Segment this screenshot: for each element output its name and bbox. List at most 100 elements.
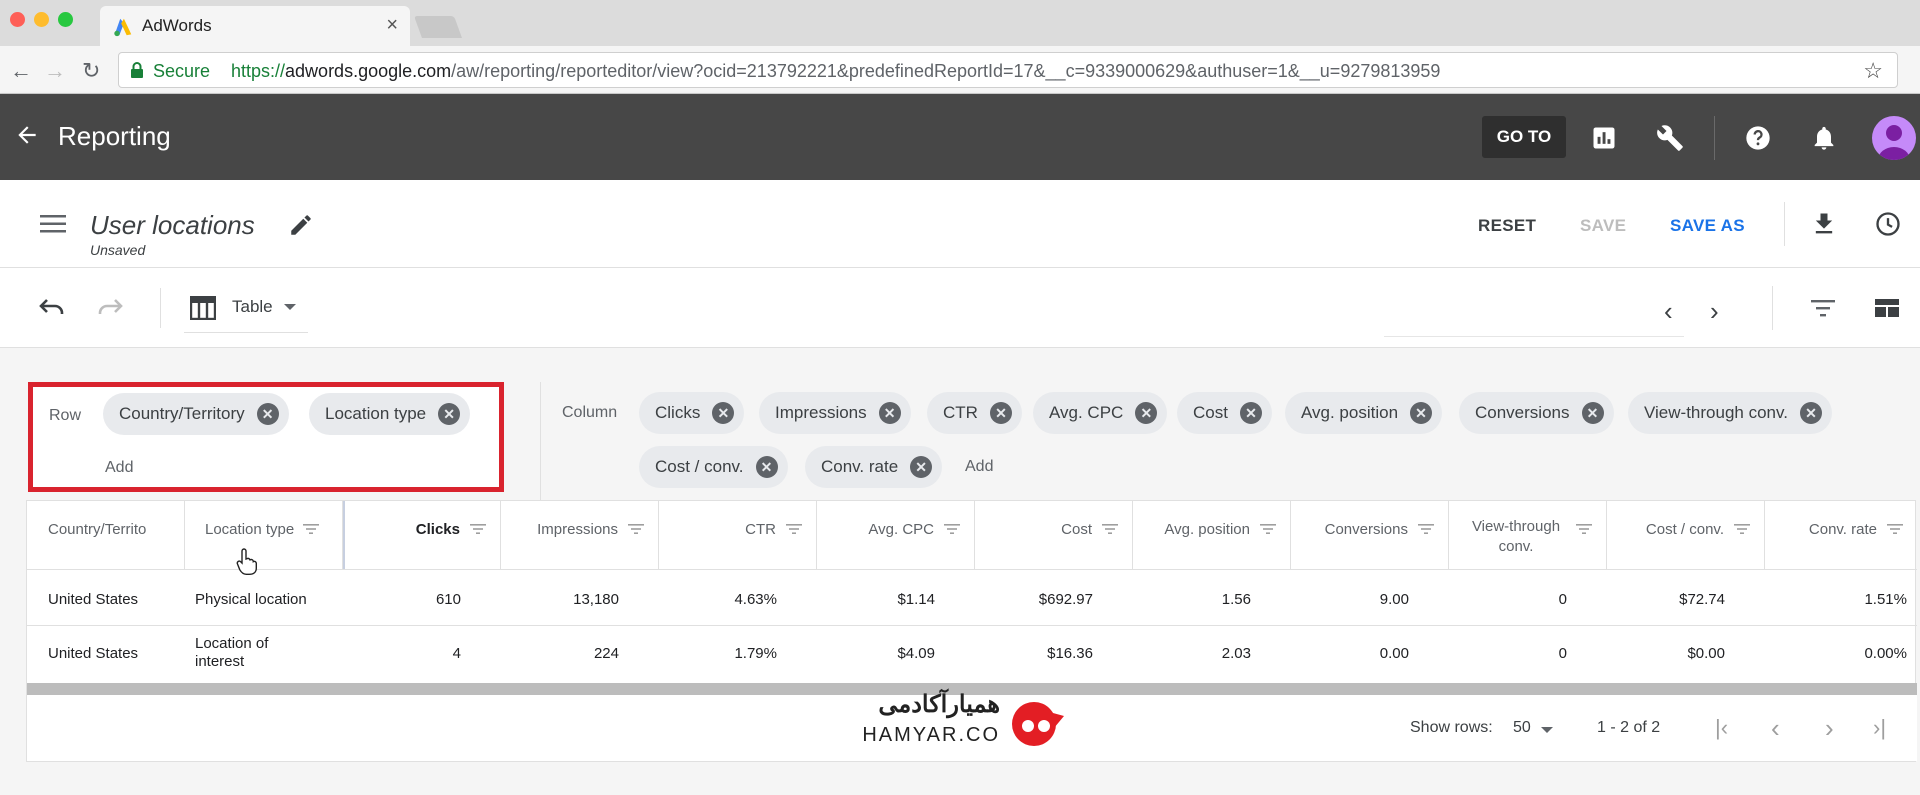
url-host: adwords.google.com [285, 61, 452, 81]
column-header-avg-position[interactable]: Avg. position [1133, 501, 1291, 569]
browser-tab[interactable]: AdWords × [100, 6, 410, 46]
show-rows-dropdown-icon[interactable] [1541, 727, 1553, 733]
column-header-conv-rate[interactable]: Conv. rate [1765, 501, 1917, 569]
help-icon[interactable] [1744, 124, 1772, 152]
url-path: /aw/reporting/reporteditor/view?ocid=213… [451, 61, 1441, 81]
view-type-label[interactable]: Table [232, 297, 273, 317]
report-title[interactable]: User locations [90, 210, 255, 241]
browser-back-icon[interactable]: ← [10, 58, 32, 84]
column-chip-conv-rate[interactable]: Conv. rate ✕ [805, 446, 943, 488]
filter-icon[interactable] [1810, 298, 1836, 318]
new-tab-button[interactable] [413, 16, 463, 38]
sort-icon[interactable] [1418, 523, 1434, 535]
header-label: Country/Territo [48, 521, 147, 538]
sort-icon[interactable] [1887, 523, 1903, 535]
history-clock-icon[interactable] [1874, 210, 1902, 238]
avatar[interactable] [1872, 116, 1916, 160]
sort-icon[interactable] [1734, 523, 1750, 535]
toolbar-divider [160, 288, 161, 328]
show-rows-select[interactable]: 50 [1513, 719, 1531, 737]
column-chip-avg-cpc[interactable]: Avg. CPC ✕ [1033, 392, 1168, 434]
sort-icon[interactable] [470, 523, 486, 535]
column-chip-cost[interactable]: Cost ✕ [1177, 392, 1272, 434]
minimize-window-button[interactable] [34, 12, 49, 27]
reports-icon[interactable] [1590, 124, 1618, 152]
column-chip-conversions[interactable]: Conversions ✕ [1459, 392, 1614, 434]
table-cell: 224 [593, 645, 619, 662]
remove-chip-icon[interactable]: ✕ [910, 456, 933, 478]
remove-chip-icon[interactable]: ✕ [1581, 402, 1604, 424]
sort-icon[interactable] [1260, 523, 1276, 535]
previous-page-icon[interactable]: ‹ [1771, 713, 1780, 744]
user-avatar-icon [1878, 125, 1910, 160]
sort-icon[interactable] [786, 523, 802, 535]
column-header-cost-per-conv[interactable]: Cost / conv. [1607, 501, 1765, 569]
goto-button[interactable]: GO TO [1482, 116, 1566, 158]
add-row-button[interactable]: Add [105, 459, 133, 477]
layout-icon[interactable] [1874, 296, 1900, 320]
row-chip-location-type[interactable]: Location type ✕ [309, 393, 471, 435]
column-header-cost[interactable]: Cost [975, 501, 1133, 569]
notifications-bell-icon[interactable] [1810, 124, 1838, 152]
tools-wrench-icon[interactable] [1656, 124, 1684, 152]
hamburger-menu-icon[interactable] [40, 214, 66, 234]
save-as-button[interactable]: SAVE AS [1670, 216, 1745, 236]
remove-chip-icon[interactable]: ✕ [1135, 402, 1158, 424]
next-period-icon[interactable]: › [1710, 296, 1719, 327]
add-column-button[interactable]: Add [965, 458, 993, 476]
column-chip-cost-per-conv[interactable]: Cost / conv. ✕ [639, 446, 788, 488]
table-cell: $72.74 [1679, 591, 1725, 608]
remove-chip-icon[interactable]: ✕ [989, 402, 1012, 424]
reload-icon[interactable]: ↻ [82, 58, 100, 84]
sort-icon[interactable] [628, 523, 644, 535]
sort-icon[interactable] [1576, 523, 1592, 535]
sort-icon[interactable] [944, 523, 960, 535]
last-page-icon[interactable]: ›| [1873, 715, 1886, 741]
view-type-dropdown-icon[interactable] [284, 304, 296, 310]
remove-chip-icon[interactable]: ✕ [256, 403, 279, 425]
column-chip-clicks[interactable]: Clicks ✕ [639, 392, 745, 434]
first-page-icon[interactable]: |‹ [1715, 715, 1728, 741]
remove-chip-icon[interactable]: ✕ [438, 403, 461, 425]
column-header-conversions[interactable]: Conversions [1291, 501, 1449, 569]
column-header-ctr[interactable]: CTR [659, 501, 817, 569]
bookmark-star-icon[interactable]: ☆ [1863, 58, 1883, 84]
url-input[interactable]: Secure https://adwords.google.com/aw/rep… [118, 52, 1898, 88]
next-page-icon[interactable]: › [1825, 713, 1834, 744]
tab-close-icon[interactable]: × [386, 14, 398, 37]
close-window-button[interactable] [10, 12, 25, 27]
chip-label: Impressions [775, 403, 867, 422]
back-arrow-icon[interactable] [14, 122, 40, 148]
sort-icon[interactable] [1102, 523, 1118, 535]
remove-chip-icon[interactable]: ✕ [712, 402, 735, 424]
edit-pencil-icon[interactable] [288, 212, 314, 238]
column-chip-ctr[interactable]: CTR ✕ [927, 392, 1022, 434]
undo-icon[interactable] [36, 296, 66, 320]
maximize-window-button[interactable] [58, 12, 73, 27]
remove-chip-icon[interactable]: ✕ [1239, 402, 1262, 424]
header-label: Avg. CPC [868, 521, 934, 538]
download-icon[interactable] [1810, 210, 1838, 238]
column-chip-view-through-conv[interactable]: View-through conv. ✕ [1628, 392, 1832, 434]
remove-chip-icon[interactable]: ✕ [755, 456, 778, 478]
column-header-avg-cpc[interactable]: Avg. CPC [817, 501, 975, 569]
row-chip-country[interactable]: Country/Territory ✕ [103, 393, 289, 435]
sort-icon[interactable] [303, 523, 319, 535]
reset-button[interactable]: RESET [1478, 216, 1536, 236]
previous-period-icon[interactable]: ‹ [1664, 296, 1673, 327]
column-chip-impressions[interactable]: Impressions ✕ [759, 392, 911, 434]
column-header-impressions[interactable]: Impressions [501, 501, 659, 569]
column-chip-avg-position[interactable]: Avg. position ✕ [1285, 392, 1443, 434]
save-button[interactable]: SAVE [1580, 216, 1626, 236]
remove-chip-icon[interactable]: ✕ [878, 402, 901, 424]
column-header-view-through-conv[interactable]: View-through conv. [1449, 501, 1607, 569]
chip-label: Cost [1193, 403, 1228, 422]
column-header-location-type[interactable]: Location type [185, 501, 343, 569]
table-cell: $4.09 [897, 645, 935, 662]
column-header-country[interactable]: Country/Territo [27, 501, 185, 569]
column-header-clicks[interactable]: Clicks [343, 501, 501, 569]
remove-chip-icon[interactable]: ✕ [1410, 402, 1433, 424]
browser-forward-icon[interactable]: → [44, 58, 66, 84]
remove-chip-icon[interactable]: ✕ [1799, 402, 1822, 424]
redo-icon[interactable] [96, 296, 126, 320]
